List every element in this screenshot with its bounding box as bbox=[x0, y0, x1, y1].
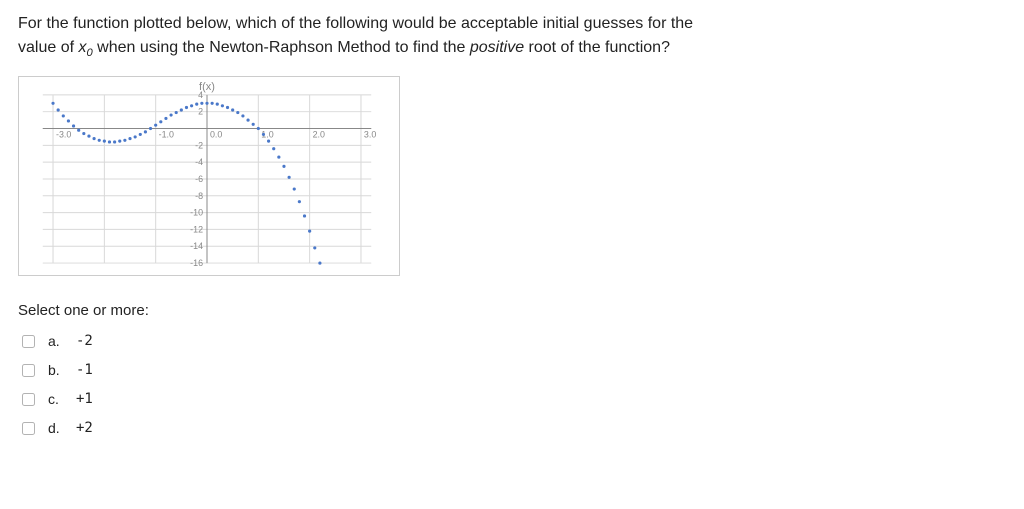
option-d-letter: d. bbox=[48, 420, 66, 436]
svg-text:-8: -8 bbox=[195, 191, 203, 201]
question-var: x0 bbox=[78, 39, 92, 56]
question-line2-mid: when using the Newton-Raphson Method to … bbox=[93, 39, 470, 56]
option-a-letter: a. bbox=[48, 333, 66, 349]
svg-text:-2: -2 bbox=[195, 140, 203, 150]
chart-title: f(x) bbox=[199, 81, 215, 93]
svg-text:-16: -16 bbox=[190, 258, 203, 268]
question-line2-pre: value of bbox=[18, 39, 78, 56]
svg-text:-1.0: -1.0 bbox=[159, 129, 174, 139]
option-c-checkbox[interactable] bbox=[22, 393, 35, 406]
option-c: c. +1 bbox=[18, 385, 1006, 414]
option-d-checkbox[interactable] bbox=[22, 422, 35, 435]
question-line1: For the function plotted below, which of… bbox=[18, 15, 693, 32]
option-d: d. +2 bbox=[18, 414, 1006, 443]
svg-text:-6: -6 bbox=[195, 174, 203, 184]
svg-text:-10: -10 bbox=[190, 208, 203, 218]
option-b-value: -1 bbox=[76, 362, 93, 378]
option-a-value: -2 bbox=[76, 333, 93, 349]
svg-text:0.0: 0.0 bbox=[210, 129, 222, 139]
option-a: a. -2 bbox=[18, 327, 1006, 356]
svg-text:3.0: 3.0 bbox=[364, 129, 376, 139]
chart-plot: -3.0-1.00.01.02.03.0 42-2-4-6-8-10-12-14… bbox=[25, 83, 389, 269]
option-b-letter: b. bbox=[48, 362, 66, 378]
svg-text:2.0: 2.0 bbox=[313, 129, 325, 139]
svg-text:-12: -12 bbox=[190, 224, 203, 234]
option-d-value: +2 bbox=[76, 420, 93, 436]
chart-frame: f(x) -3.0-1.00.01.02.03.0 42-2-4-6-8-10-… bbox=[18, 76, 400, 276]
question-emph: positive bbox=[470, 39, 524, 56]
select-prompt: Select one or more: bbox=[18, 302, 1006, 319]
option-c-letter: c. bbox=[48, 391, 66, 407]
option-c-value: +1 bbox=[76, 391, 93, 407]
question-line2-post: root of the function? bbox=[524, 39, 670, 56]
option-b-checkbox[interactable] bbox=[22, 364, 35, 377]
svg-text:-14: -14 bbox=[190, 241, 203, 251]
option-b: b. -1 bbox=[18, 356, 1006, 385]
question-text: For the function plotted below, which of… bbox=[18, 12, 1006, 62]
svg-text:-4: -4 bbox=[195, 157, 203, 167]
option-a-checkbox[interactable] bbox=[22, 335, 35, 348]
svg-text:2: 2 bbox=[198, 107, 203, 117]
options-list: a. -2 b. -1 c. +1 d. +2 bbox=[18, 327, 1006, 443]
svg-text:-3.0: -3.0 bbox=[56, 129, 71, 139]
